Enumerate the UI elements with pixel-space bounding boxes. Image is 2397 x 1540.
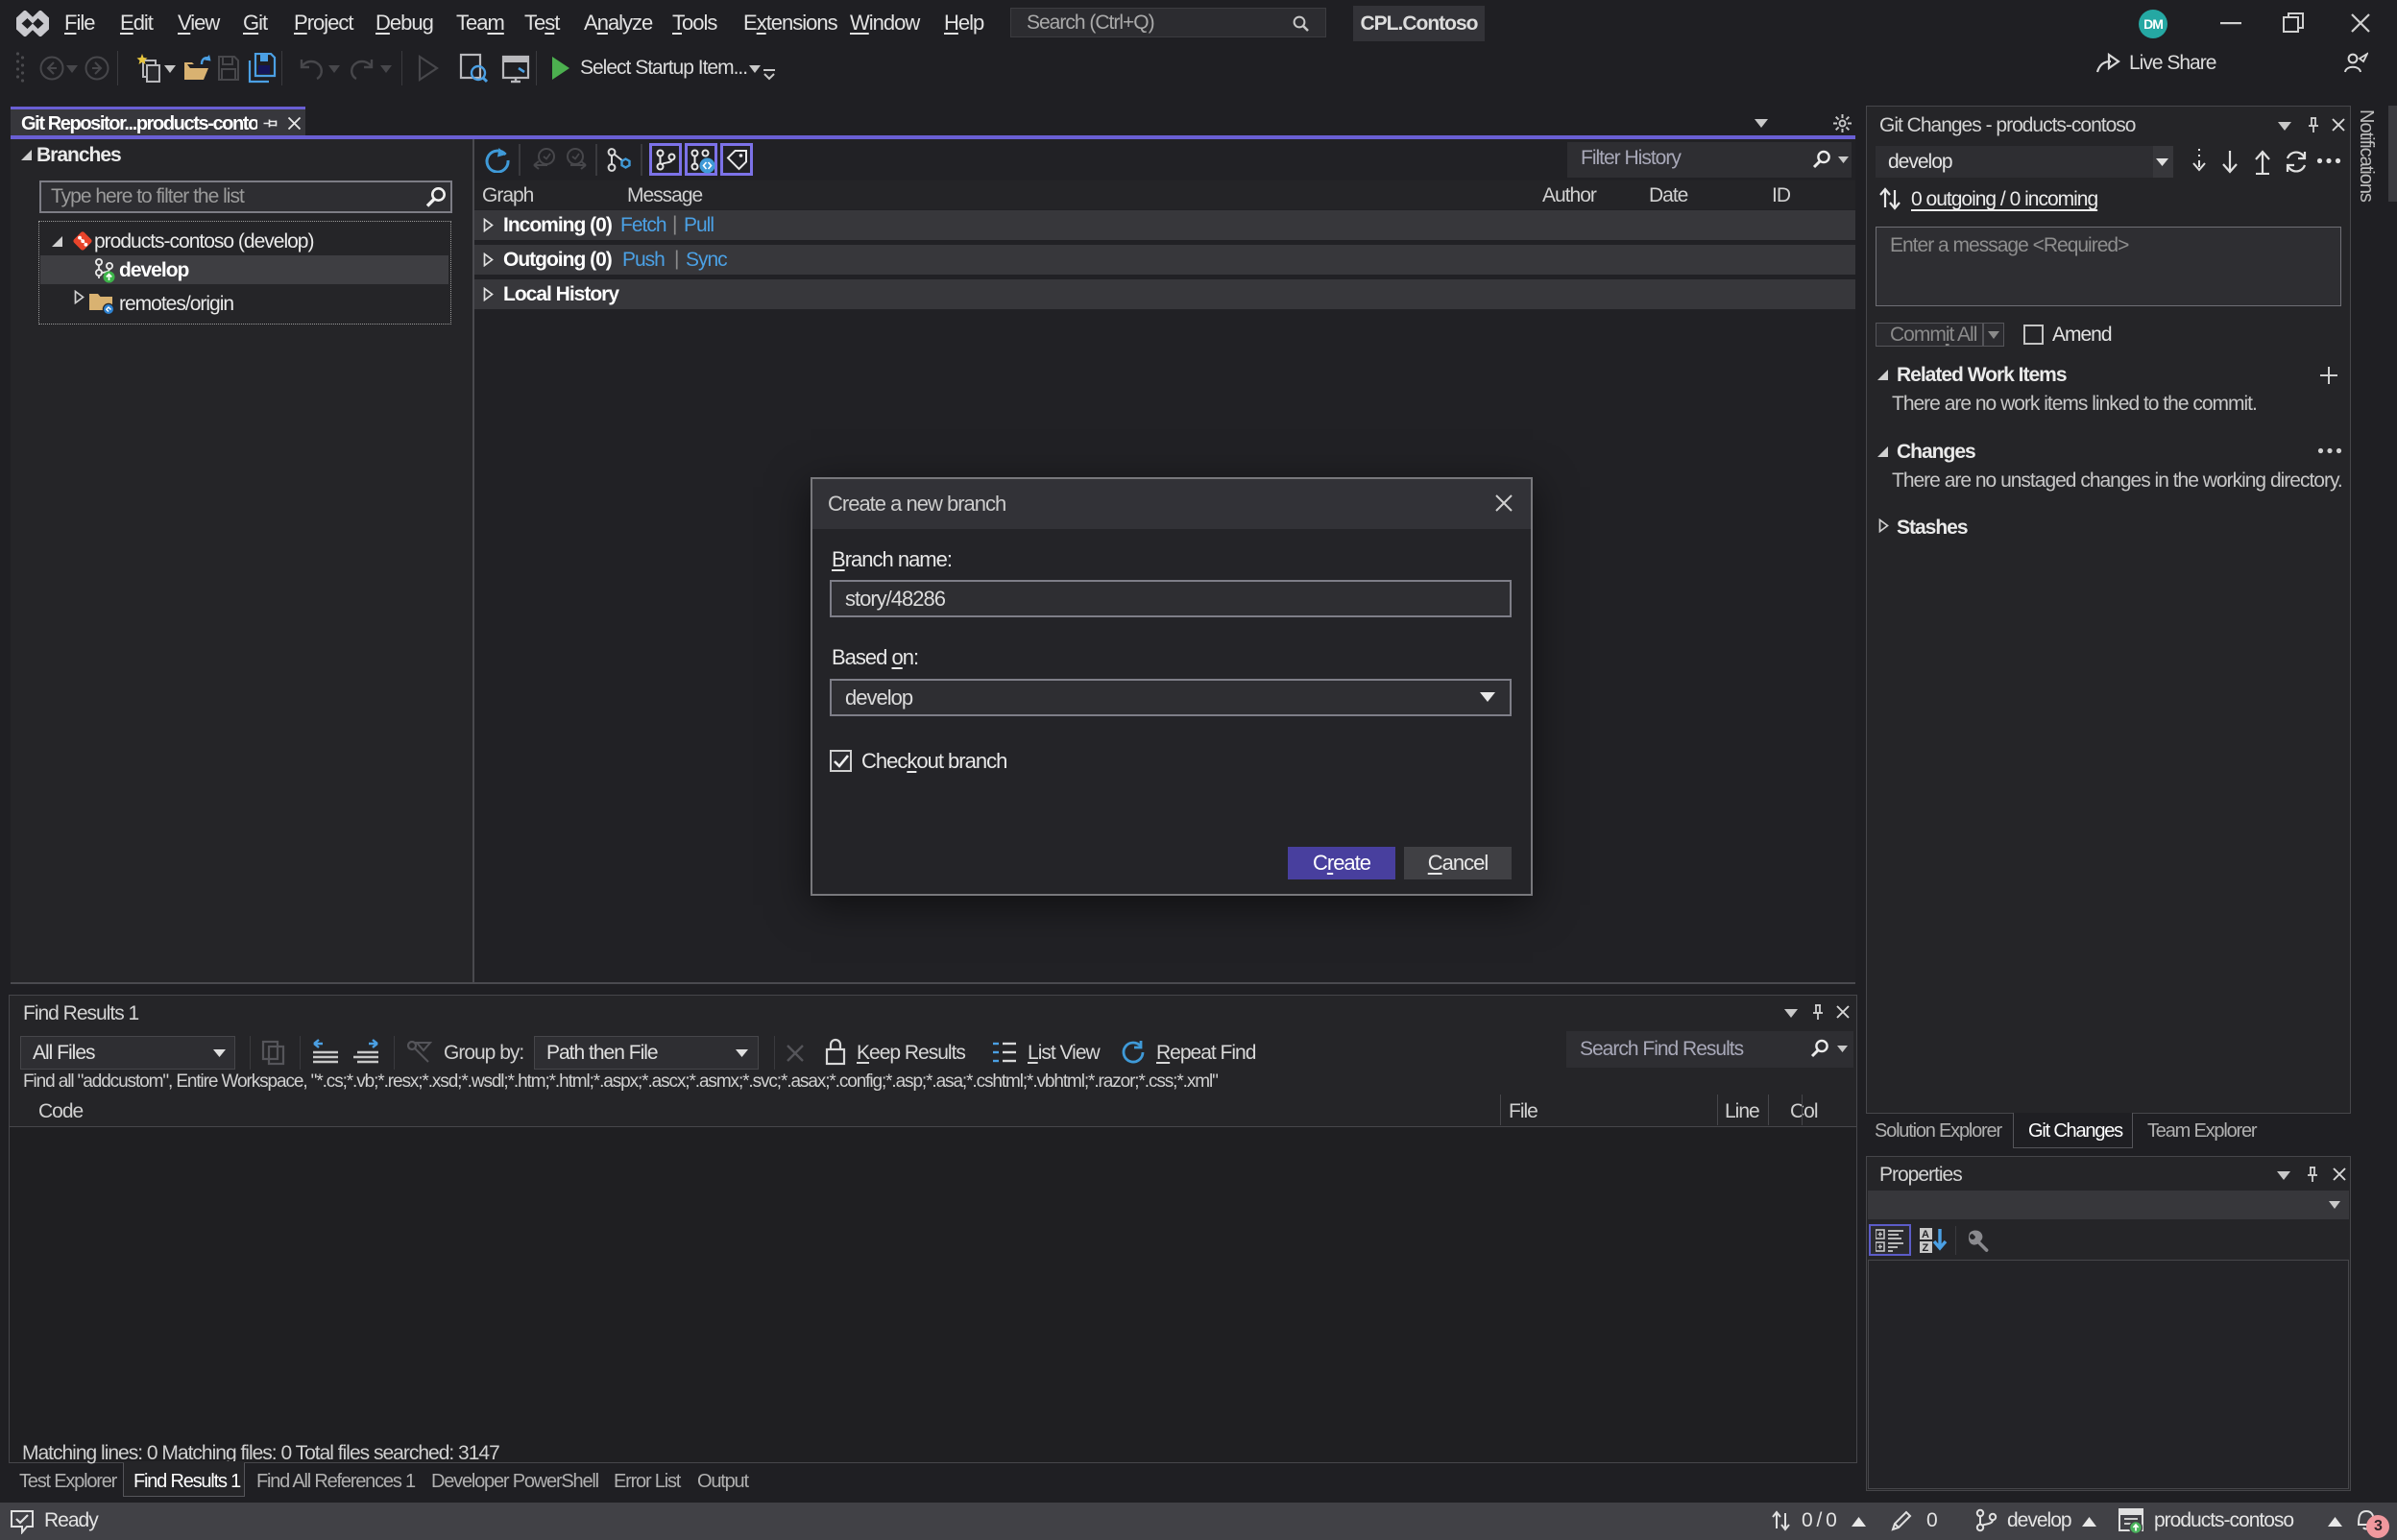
svg-text:A: A [1922,1229,1929,1240]
